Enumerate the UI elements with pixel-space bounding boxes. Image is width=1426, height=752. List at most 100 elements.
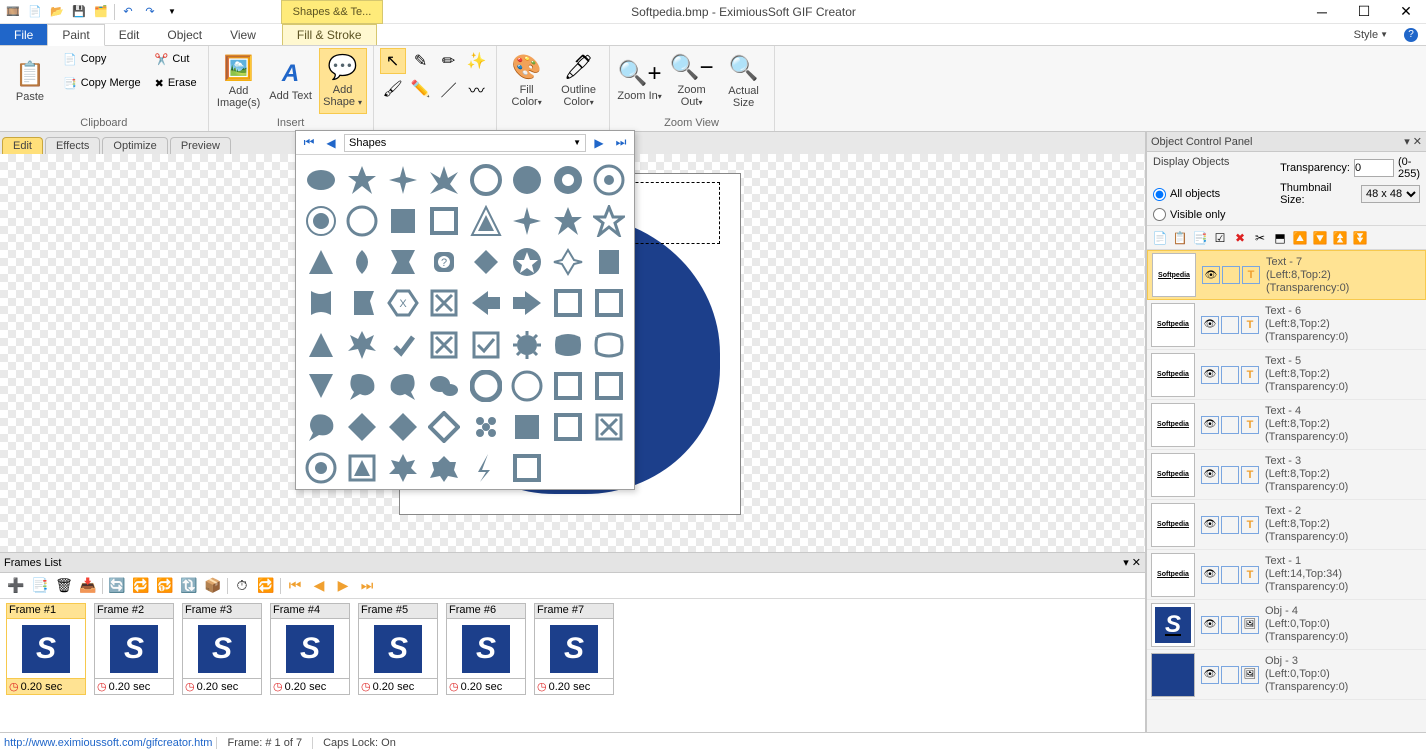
shape-option-59[interactable] [426,450,463,487]
visibility-icon[interactable]: 👁 [1201,316,1219,334]
shape-option-40[interactable] [302,367,339,404]
panel-pin-icon[interactable]: ▾ [1404,136,1410,148]
shape-option-26[interactable]: X [385,285,422,322]
shape-option-7[interactable] [591,161,628,198]
shape-option-21[interactable] [508,244,545,281]
tab-paint[interactable]: Paint [47,24,104,46]
shape-option-33[interactable] [343,326,380,363]
frame-prev-icon[interactable]: ◀ [309,576,329,596]
obj-cut-icon[interactable]: ✂ [1251,229,1269,247]
obj-del-icon[interactable]: ✖ [1231,229,1249,247]
frame-item[interactable]: Frame #5S◷0.20 sec [358,603,438,728]
obj-bot-icon[interactable]: ⏬ [1351,229,1369,247]
shape-option-32[interactable] [302,326,339,363]
visibility-icon[interactable]: 👁 [1201,616,1219,634]
shape-option-43[interactable] [426,367,463,404]
shape-option-18[interactable] [385,244,422,281]
visibility-icon[interactable]: 👁 [1201,666,1219,684]
zoom-in-button[interactable]: 🔍+Zoom In▾ [616,48,664,114]
tool-curve[interactable]: 〰 [464,76,490,102]
frame-tool4-icon[interactable]: 🔃 [179,576,199,596]
zoom-out-button[interactable]: 🔍−Zoom Out▾ [668,48,716,114]
shape-option-51[interactable] [426,409,463,446]
object-row[interactable]: S👁🖼Obj - 4(Left:0,Top:0)(Transparency:0) [1147,600,1426,650]
frame-item[interactable]: Frame #1S◷0.20 sec [6,603,86,728]
shape-option-14[interactable] [550,202,587,239]
saveas-icon[interactable]: 🗂️ [92,3,110,21]
tool-select[interactable]: ↖ [380,48,406,74]
shape-option-23[interactable] [591,244,628,281]
shape-option-15[interactable] [591,202,628,239]
shapes-last-icon[interactable]: ⏭ [612,134,630,152]
obj-top-icon[interactable]: ⏫ [1331,229,1349,247]
add-shape-button[interactable]: 💬Add Shape ▾ [319,48,367,114]
shape-option-11[interactable] [426,202,463,239]
shape-option-2[interactable] [385,161,422,198]
shape-option-27[interactable] [426,285,463,322]
shape-option-57[interactable] [343,450,380,487]
shape-option-17[interactable] [343,244,380,281]
close-button[interactable]: ✕ [1386,0,1426,24]
lock-icon[interactable] [1221,366,1239,384]
frame-add-icon[interactable]: ➕ [6,576,26,596]
shape-option-34[interactable] [385,326,422,363]
object-row[interactable]: 👁🖼Obj - 3(Left:0,Top:0)(Transparency:0) [1147,650,1426,700]
transparency-input[interactable] [1354,159,1394,177]
shape-option-37[interactable] [508,326,545,363]
shape-option-47[interactable] [591,367,628,404]
object-row[interactable]: Softpedia👁TText - 5(Left:8,Top:2)(Transp… [1147,350,1426,400]
frame-time-icon[interactable]: ⏱ [232,576,252,596]
save-icon[interactable]: 💾 [70,3,88,21]
frame-import-icon[interactable]: 📥 [78,576,98,596]
erase-button[interactable]: ✖Erase [150,72,202,94]
lock-icon[interactable] [1221,316,1239,334]
shape-option-19[interactable]: ? [426,244,463,281]
shape-option-36[interactable] [467,326,504,363]
obj-copy-icon[interactable]: 📋 [1171,229,1189,247]
shapes-category-select[interactable]: Shapes▼ [344,134,586,152]
shape-option-61[interactable] [508,450,545,487]
shape-option-54[interactable] [550,409,587,446]
frame-item[interactable]: Frame #6S◷0.20 sec [446,603,526,728]
outline-color-button[interactable]: 🖊Outline Color▾ [555,48,603,114]
shape-option-38[interactable] [550,326,587,363]
shape-option-46[interactable] [550,367,587,404]
obj-sel-icon[interactable]: ☑ [1211,229,1229,247]
shape-option-31[interactable] [591,285,628,322]
shape-option-3[interactable] [426,161,463,198]
maximize-button[interactable]: ☐ [1344,0,1384,24]
shape-option-39[interactable] [591,326,628,363]
obj-paste-icon[interactable]: 📑 [1191,229,1209,247]
lock-icon[interactable] [1221,416,1239,434]
tool-node2[interactable]: ✏ [436,48,462,74]
object-row[interactable]: Softpedia👁TText - 1(Left:14,Top:34)(Tran… [1147,550,1426,600]
visibility-icon[interactable]: 👁 [1201,366,1219,384]
frame-next-icon[interactable]: ▶ [333,576,353,596]
open-icon[interactable]: 📂 [48,3,66,21]
ws-tab-optimize[interactable]: Optimize [102,137,167,154]
panel-close-icon[interactable]: ✕ [1413,136,1422,148]
copy-button[interactable]: 📄Copy [58,48,146,70]
shape-option-22[interactable] [550,244,587,281]
shape-option-60[interactable] [467,450,504,487]
frame-tool5-icon[interactable]: 📦 [203,576,223,596]
tool-brush[interactable]: 🖌 [380,76,406,102]
lock-icon[interactable] [1221,666,1239,684]
radio-visible-only[interactable]: Visible only [1153,208,1274,221]
status-link[interactable]: http://www.eximioussoft.com/gifcreator.h… [0,737,216,749]
shape-option-44[interactable] [467,367,504,404]
shape-option-48[interactable] [302,409,339,446]
ws-tab-edit[interactable]: Edit [2,137,43,154]
shape-option-8[interactable] [302,202,339,239]
object-row[interactable]: Softpedia👁TText - 3(Left:8,Top:2)(Transp… [1147,450,1426,500]
frame-item[interactable]: Frame #3S◷0.20 sec [182,603,262,728]
shape-option-50[interactable] [385,409,422,446]
app-icon[interactable]: 🎞️ [4,3,22,21]
frame-tool2-icon[interactable]: 🔁 [131,576,151,596]
visibility-icon[interactable]: 👁 [1201,466,1219,484]
radio-all-objects[interactable]: All objects [1153,182,1274,206]
frame-tool3-icon[interactable]: 🔂 [155,576,175,596]
shape-option-55[interactable] [591,409,628,446]
shapes-prev-icon[interactable]: ◀ [322,134,340,152]
thumb-size-select[interactable]: 48 x 48 [1361,185,1420,203]
